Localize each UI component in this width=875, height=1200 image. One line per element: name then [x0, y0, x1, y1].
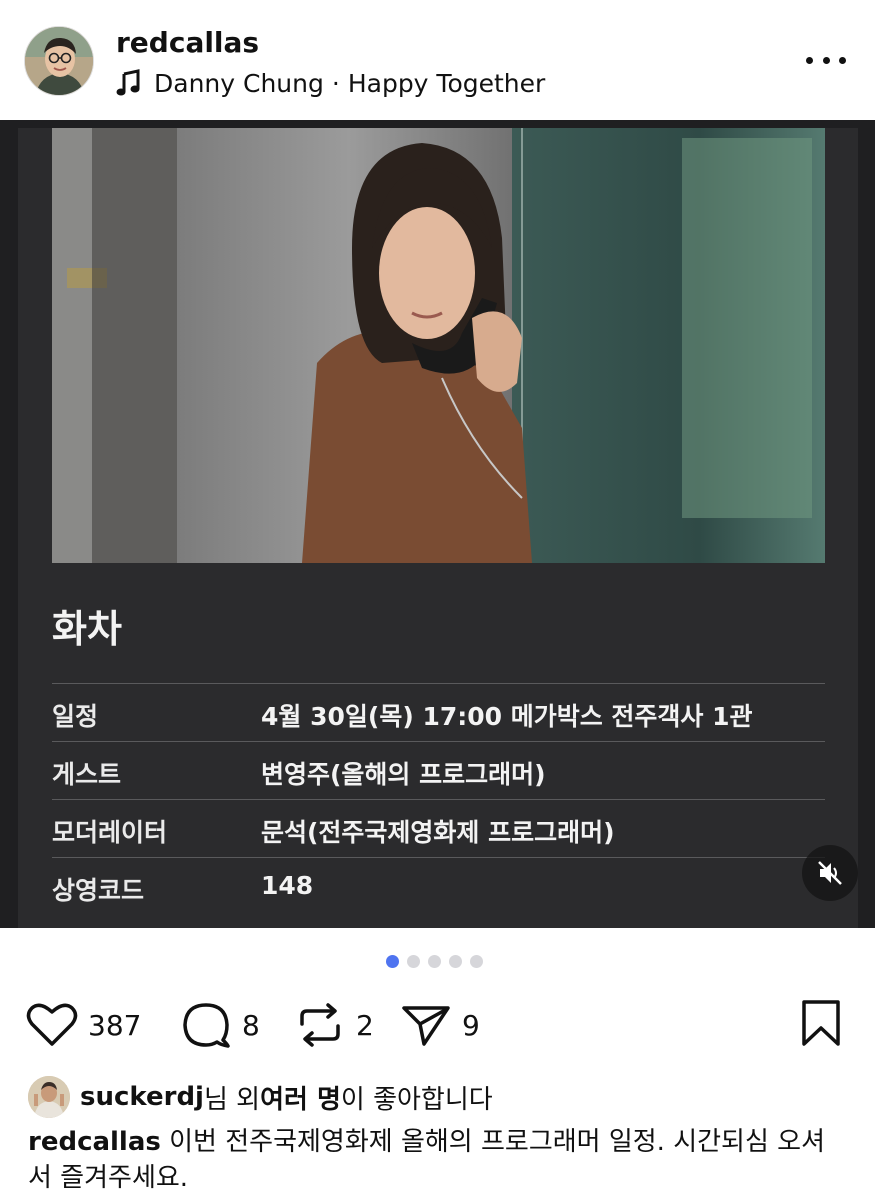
repost-icon: [300, 1003, 340, 1047]
send-icon: [402, 1006, 450, 1046]
bookmark-icon[interactable]: [798, 998, 844, 1048]
movie-info-card: 화차 일정 4월 30일(목) 17:00 메가박스 전주객사 1관 게스트 변…: [18, 128, 858, 928]
likes-text-end: 이 좋아합니다: [340, 1084, 493, 1115]
info-label: 게스트: [52, 760, 122, 789]
caption-username[interactable]: redcallas: [28, 1127, 161, 1157]
post-username[interactable]: redcallas: [116, 26, 259, 59]
music-track: Happy Together: [347, 68, 546, 98]
info-label: 상영코드: [52, 876, 145, 905]
music-note-icon: [116, 69, 140, 96]
liker-username[interactable]: suckerdj: [80, 1082, 204, 1112]
info-label: 일정: [52, 702, 99, 731]
comment-count: 8: [242, 1008, 260, 1042]
repost-button[interactable]: 2: [294, 1000, 374, 1050]
info-value: 148: [261, 871, 314, 900]
carousel-dot[interactable]: [449, 955, 462, 968]
muted-speaker-icon[interactable]: [802, 845, 858, 901]
info-row-guest: 게스트 변영주(올해의 프로그래머): [52, 741, 825, 799]
comment-icon: [183, 1003, 230, 1048]
info-row-schedule: 일정 4월 30일(목) 17:00 메가박스 전주객사 1관: [52, 683, 825, 741]
more-options-icon[interactable]: [806, 48, 846, 72]
movie-still: [52, 128, 825, 563]
post-caption: redcallas 이번 전주국제영화제 올해의 프로그래머 일정. 시간되심 …: [28, 1124, 848, 1196]
music-separator: ·: [331, 68, 340, 98]
carousel-dot-active[interactable]: [386, 955, 399, 968]
comment-button[interactable]: 8: [180, 1000, 260, 1050]
user-avatar[interactable]: [24, 26, 94, 96]
carousel-dot[interactable]: [470, 955, 483, 968]
share-button[interactable]: 9: [400, 1000, 480, 1050]
like-button[interactable]: 387: [26, 1000, 141, 1050]
likes-others[interactable]: 여러 명: [260, 1079, 341, 1116]
heart-icon: [26, 1003, 78, 1046]
info-value: 변영주(올해의 프로그래머): [261, 760, 546, 789]
music-attribution[interactable]: Danny Chung · Happy Together: [116, 66, 545, 100]
repost-count: 2: [356, 1008, 374, 1042]
like-count: 387: [88, 1008, 142, 1042]
info-row-screening-code: 상영코드 148: [52, 857, 825, 915]
carousel-dot[interactable]: [407, 955, 420, 968]
info-value: 문석(전주국제영화제 프로그래머): [261, 818, 615, 847]
movie-title: 화차: [52, 607, 122, 651]
liker-avatar[interactable]: [28, 1076, 70, 1118]
post-media[interactable]: 화차 일정 4월 30일(목) 17:00 메가박스 전주객사 1관 게스트 변…: [0, 120, 875, 928]
carousel-dot[interactable]: [428, 955, 441, 968]
music-artist: Danny Chung: [154, 68, 324, 98]
info-value: 4월 30일(목) 17:00 메가박스 전주객사 1관: [261, 702, 753, 731]
action-bar: 387 8 2 9: [0, 990, 875, 1060]
carousel-indicator[interactable]: [386, 955, 483, 969]
info-row-moderator: 모더레이터 문석(전주국제영화제 프로그래머): [52, 799, 825, 857]
info-label: 모더레이터: [52, 818, 168, 847]
share-count: 9: [462, 1008, 480, 1042]
liked-by-line[interactable]: suckerdj 님 외 여러 명이 좋아합니다: [28, 1074, 493, 1120]
likes-text: 님 외: [203, 1084, 261, 1115]
post-header: redcallas Danny Chung · Happy Together: [0, 0, 875, 120]
